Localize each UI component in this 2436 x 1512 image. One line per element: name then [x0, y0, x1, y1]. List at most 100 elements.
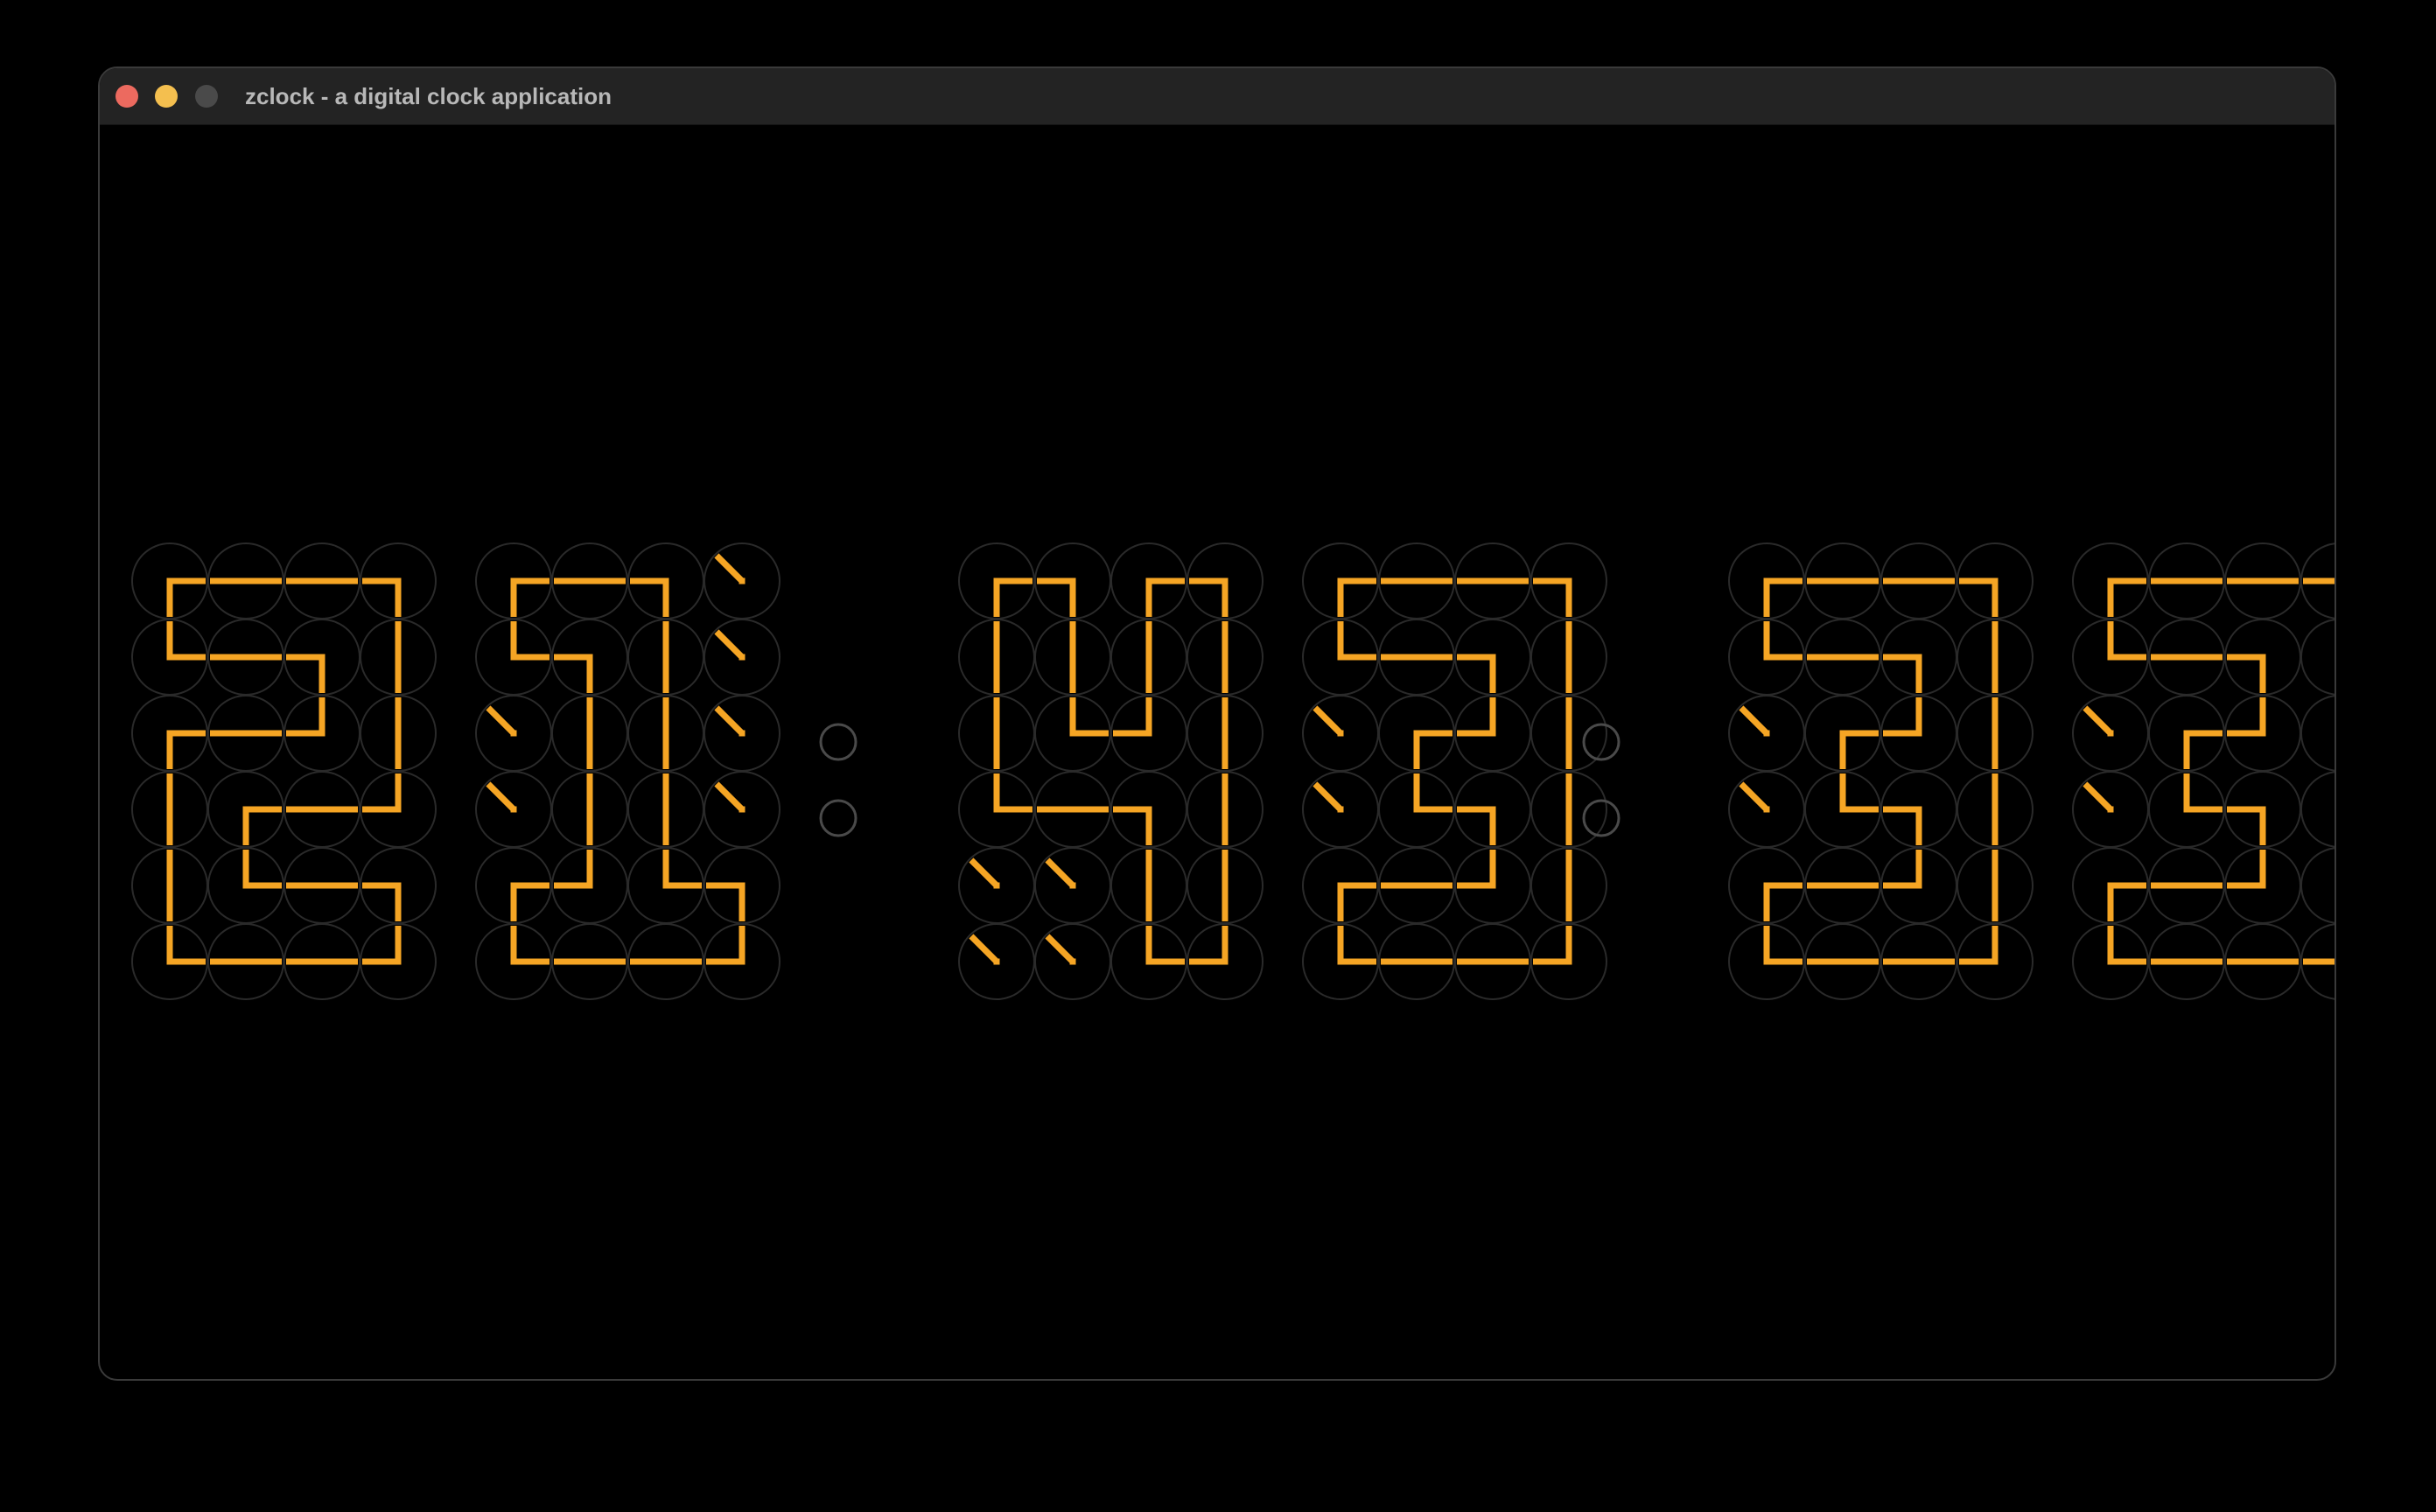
clock-cell [2300, 695, 2334, 772]
clock-hand-pivot [586, 806, 593, 813]
clock-hand-pivot [1069, 806, 1076, 813]
close-button[interactable] [116, 85, 138, 108]
clock-cell-ring [2300, 619, 2334, 696]
clock-cell [1880, 923, 1957, 1000]
clock-cell [1880, 542, 1957, 620]
clock-cell [1454, 923, 1531, 1000]
clock-hand-pivot [1222, 730, 1228, 737]
clock-cell [1378, 695, 1455, 772]
clock-cell [1880, 619, 1957, 696]
clock-hand-pivot [2259, 882, 2266, 889]
clock-hand-pivot [1489, 882, 1496, 889]
clock-hand [714, 705, 745, 736]
clock-cell [2224, 542, 2301, 620]
clock-hand-pivot [1489, 806, 1496, 813]
clock-cell [475, 695, 552, 772]
clock-cell [1956, 771, 2034, 848]
clock-cell [207, 619, 284, 696]
clock-cell [551, 542, 628, 620]
clock-hand-pivot [1915, 806, 1922, 813]
clock-hand-pivot [993, 806, 1000, 813]
clock-hand-pivot [395, 958, 402, 965]
clock-cell [1302, 619, 1379, 696]
clock-cell [2300, 847, 2334, 924]
colon-dot [1582, 723, 1620, 761]
clock-hand-pivot [2107, 806, 2114, 813]
clock-cell [1378, 847, 1455, 924]
clock-cell [1034, 619, 1111, 696]
clock-hand-pivot [1992, 654, 1998, 661]
clock-cell [1804, 847, 1881, 924]
clock-hand-pivot [2107, 730, 2114, 737]
clock-hand-pivot [2259, 578, 2266, 584]
clock-hand-pivot [1337, 806, 1344, 813]
clock-hand-pivot [1069, 882, 1076, 889]
clock-hand-pivot [318, 806, 326, 813]
clock-hand-pivot [1992, 958, 1998, 965]
clock-cell [704, 771, 780, 848]
clock-cell [360, 695, 437, 772]
clock-hand-pivot [738, 882, 746, 889]
clock-hand [714, 629, 745, 660]
clock-hand-pivot [2107, 958, 2114, 965]
clock-hand-pivot [662, 806, 669, 813]
clock-cell [1728, 619, 1805, 696]
clock-cell [2072, 847, 2149, 924]
clock-cell [1034, 847, 1111, 924]
clock-cell [2224, 619, 2301, 696]
clock-hand-pivot [1565, 654, 1572, 661]
clock-cell [360, 771, 437, 848]
clock-cell [1728, 847, 1805, 924]
clock-hand-pivot [738, 578, 746, 584]
clock-hand-pivot [166, 730, 173, 737]
clock-cell [551, 847, 628, 924]
clock-hand-pivot [1992, 578, 1998, 584]
clock-hand [2082, 781, 2113, 812]
clock-hand [1739, 781, 1769, 812]
clock-cell [1530, 542, 1607, 620]
clock-hand-pivot [1839, 806, 1846, 813]
clock-hand [486, 781, 516, 812]
zoom-button[interactable] [195, 85, 218, 108]
clock-cell-ring [2300, 771, 2334, 848]
clock-cell [1530, 923, 1607, 1000]
clock-hand-pivot [1337, 578, 1344, 584]
clock-hand-pivot [662, 958, 669, 965]
clock-cell [207, 847, 284, 924]
clock-hand-pivot [2183, 958, 2190, 965]
clock-hand-pivot [242, 578, 249, 584]
clock-cell [1186, 771, 1264, 848]
clock-hand [714, 781, 745, 812]
clock-hand-pivot [1413, 654, 1420, 661]
clock-hand-pivot [1915, 958, 1922, 965]
clock-cell [1880, 695, 1957, 772]
clock-hand-pivot [662, 730, 669, 737]
clock-cell [2148, 847, 2225, 924]
clock-cell [1110, 619, 1187, 696]
clock-hand-pivot [662, 882, 669, 889]
clock-hand-pivot [242, 958, 249, 965]
clock-hand-pivot [166, 654, 173, 661]
clock-cell [1804, 695, 1881, 772]
clock-cell [2224, 847, 2301, 924]
minimize-button[interactable] [155, 85, 178, 108]
clock-cell [551, 923, 628, 1000]
clock-cell [2072, 923, 2149, 1000]
title-bar[interactable]: zclock - a digital clock application [100, 68, 2334, 125]
clock-hand-pivot [1222, 958, 1228, 965]
clock-hand [969, 934, 999, 964]
clock-cell [360, 542, 437, 620]
clock-hand-pivot [318, 958, 326, 965]
clock-cell [284, 923, 360, 1000]
clock-cell [360, 619, 437, 696]
clock-cell [2300, 923, 2334, 1000]
clock-cell [1804, 923, 1881, 1000]
clock-hand-pivot [1565, 806, 1572, 813]
clock-cell [1110, 771, 1187, 848]
clock-hand-pivot [1763, 958, 1770, 965]
clock-hand-pivot [1565, 730, 1572, 737]
clock-hand-pivot [1069, 578, 1076, 584]
clock-hand-pivot [2183, 806, 2190, 813]
clock-cell [704, 619, 780, 696]
clock-hand-pivot [993, 578, 1000, 584]
